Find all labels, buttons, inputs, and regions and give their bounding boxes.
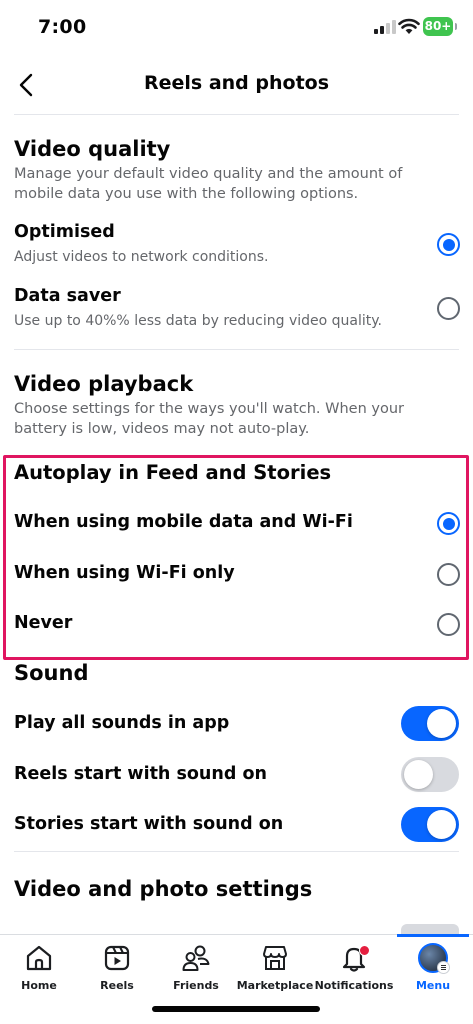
autoplay-option-wifi-only-label[interactable]: When using Wi-Fi only (14, 563, 235, 583)
toggle-play-all-sounds-label: Play all sounds in app (14, 713, 230, 733)
video-quality-heading: Video quality (14, 137, 171, 161)
radio-data-saver[interactable] (437, 297, 460, 320)
nav-marketplace[interactable]: Marketplace (232, 943, 318, 999)
autoplay-highlight-box (3, 455, 469, 660)
radio-mobile-data-wifi[interactable] (437, 512, 460, 535)
nav-home[interactable]: Home (0, 943, 82, 999)
marketplace-icon (263, 946, 287, 970)
home-icon (26, 945, 52, 971)
home-indicator (152, 1006, 320, 1012)
header-divider (14, 114, 459, 115)
nav-reels-label: Reels (100, 979, 134, 992)
toggle-knob (404, 760, 433, 789)
option-data-saver-sublabel: Use up to 40%% less data by reducing vid… (14, 313, 382, 329)
toggle-stories-sound[interactable] (401, 807, 459, 842)
toggle-play-all-sounds[interactable] (401, 706, 459, 741)
option-data-saver-label[interactable]: Data saver (14, 286, 121, 306)
nav-home-label: Home (21, 979, 57, 992)
nav-reels[interactable]: Reels (74, 943, 160, 999)
active-tab-indicator (397, 934, 469, 937)
nav-menu[interactable]: Menu (390, 943, 473, 999)
cellular-signal-icon (374, 20, 396, 34)
autoplay-option-mobile-wifi-label[interactable]: When using mobile data and Wi-Fi (14, 512, 353, 532)
toggle-stories-sound-label: Stories start with sound on (14, 814, 284, 834)
nav-friends[interactable]: Friends (153, 943, 239, 999)
video-playback-description: Choose settings for the ways you'll watc… (14, 401, 404, 437)
friends-icon (182, 945, 210, 971)
radio-never[interactable] (437, 613, 460, 636)
toggle-reels-sound-label: Reels start with sound on (14, 764, 267, 784)
section-divider (14, 349, 459, 350)
radio-wifi-only[interactable] (437, 563, 460, 586)
reels-icon (104, 945, 130, 971)
nav-marketplace-label: Marketplace (236, 979, 314, 992)
video-playback-heading: Video playback (14, 372, 194, 396)
notification-badge (359, 945, 370, 956)
section-divider (14, 851, 459, 852)
avatar (418, 943, 450, 974)
option-optimised-label[interactable]: Optimised (14, 222, 115, 242)
nav-notifications-label: Notifications (314, 979, 394, 992)
toggle-reels-sound[interactable] (401, 757, 459, 792)
option-optimised-sublabel: Adjust videos to network conditions. (14, 249, 269, 265)
page-header: Reels and photos (0, 60, 473, 110)
radio-optimised[interactable] (437, 233, 460, 256)
autoplay-option-never-label[interactable]: Never (14, 613, 72, 633)
video-quality-description: Manage your default video quality and th… (14, 166, 403, 202)
status-bar: 7:00 80+ (0, 0, 473, 56)
video-photo-settings-heading: Video and photo settings (14, 877, 313, 901)
page-title: Reels and photos (143, 72, 330, 94)
nav-friends-label: Friends (173, 979, 219, 992)
nav-notifications[interactable]: Notifications (311, 943, 397, 999)
autoplay-heading: Autoplay in Feed and Stories (14, 461, 332, 484)
battery-indicator: 80+ (423, 17, 457, 36)
wifi-icon (398, 18, 420, 34)
status-time: 7:00 (38, 16, 87, 38)
toggle-knob (427, 709, 456, 738)
menu-lines-icon (437, 961, 450, 974)
nav-menu-label: Menu (415, 979, 451, 992)
toggle-knob (427, 810, 456, 839)
sound-heading: Sound (14, 661, 89, 685)
